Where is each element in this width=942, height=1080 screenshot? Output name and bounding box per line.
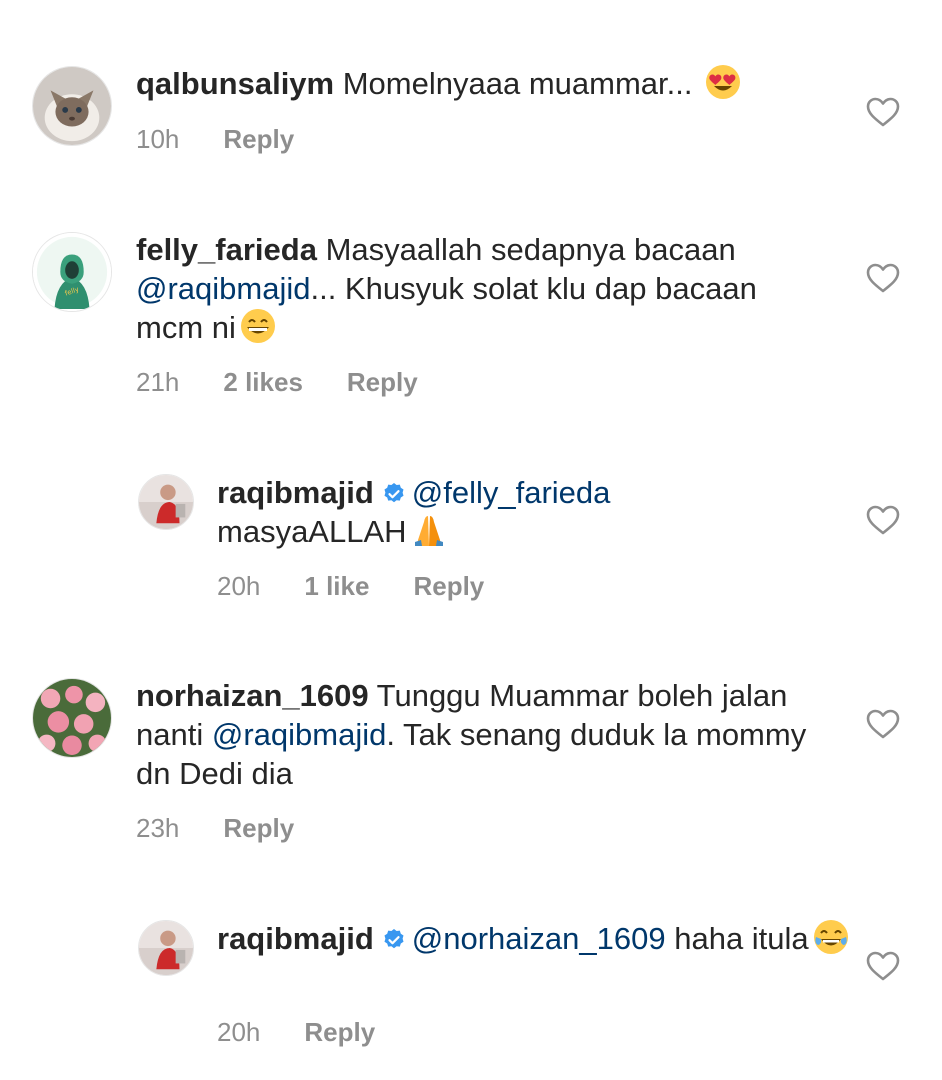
comment-body: Momelnyaaa muammar...: [342, 66, 693, 101]
comment-text: felly_farieda Masyaallah sedapnya bacaan…: [136, 230, 816, 347]
comment-username[interactable]: raqibmajid: [217, 921, 374, 956]
avatar[interactable]: [138, 474, 194, 530]
verified-badge-icon: [384, 483, 404, 503]
comment-meta: 23h Reply: [136, 813, 294, 843]
cat-avatar-image: [33, 67, 111, 145]
comment-body: Masyaallah sedapnya bacaan: [325, 232, 736, 267]
comment-body: haha itula: [674, 921, 809, 956]
likes-count[interactable]: 2 likes: [223, 367, 303, 397]
comment-time: 21h: [136, 367, 180, 397]
like-heart-icon[interactable]: [866, 709, 900, 739]
mention-link[interactable]: @raqibmajid: [136, 271, 310, 306]
comment-time: 20h: [217, 1017, 261, 1047]
comment-meta: 20h 1 like Reply: [217, 571, 484, 601]
comment-username[interactable]: felly_farieda: [136, 232, 317, 267]
avatar[interactable]: felly: [32, 232, 112, 312]
comment-time: 20h: [217, 571, 261, 601]
reply-button[interactable]: Reply: [223, 813, 294, 843]
avatar[interactable]: [32, 66, 112, 146]
comment-username[interactable]: raqibmajid: [217, 475, 374, 510]
comment-meta: 20h Reply: [217, 1017, 375, 1047]
comment-username[interactable]: norhaizan_1609: [136, 678, 369, 713]
reply-button[interactable]: Reply: [304, 1017, 375, 1047]
mention-link[interactable]: @norhaizan_1609: [412, 921, 666, 956]
photo-avatar-image: [139, 475, 193, 529]
comment-text: qalbunsaliym Momelnyaaa muammar...: [136, 64, 816, 103]
comment-text: norhaizan_1609 Tunggu Muammar boleh jala…: [136, 676, 816, 793]
comment-body: masyaALLAH: [217, 514, 407, 549]
reply-button[interactable]: Reply: [413, 571, 484, 601]
comment-meta: 10h Reply: [136, 124, 294, 154]
comment-text: raqibmajid @felly_farieda masyaALLAH: [217, 473, 897, 551]
like-heart-icon[interactable]: [866, 951, 900, 981]
photo-avatar-image: [139, 921, 193, 975]
avatar[interactable]: [32, 678, 112, 758]
verified-badge-icon: [384, 929, 404, 949]
like-heart-icon[interactable]: [866, 505, 900, 535]
comment-text: raqibmajid @norhaizan_1609 haha itula: [217, 919, 897, 958]
likes-count[interactable]: 1 like: [304, 571, 369, 601]
roses-avatar-image: [33, 679, 111, 757]
illustrated-woman-avatar-image: felly: [33, 233, 111, 311]
heart-eyes-emoji: [706, 65, 741, 99]
reply-button[interactable]: Reply: [223, 124, 294, 154]
like-heart-icon[interactable]: [866, 263, 900, 293]
comment-username[interactable]: qalbunsaliym: [136, 66, 334, 101]
reply-button[interactable]: Reply: [347, 367, 418, 397]
grin-emoji: [240, 309, 275, 343]
comment-meta: 21h 2 likes Reply: [136, 367, 418, 397]
comment-time: 10h: [136, 124, 180, 154]
mention-link[interactable]: @raqibmajid: [212, 717, 386, 752]
mention-link[interactable]: @felly_farieda: [412, 475, 611, 510]
comment-time: 23h: [136, 813, 180, 843]
folded-hands-emoji: [414, 516, 443, 546]
avatar[interactable]: [138, 920, 194, 976]
like-heart-icon[interactable]: [866, 97, 900, 127]
tears-of-joy-emoji: [813, 920, 848, 954]
